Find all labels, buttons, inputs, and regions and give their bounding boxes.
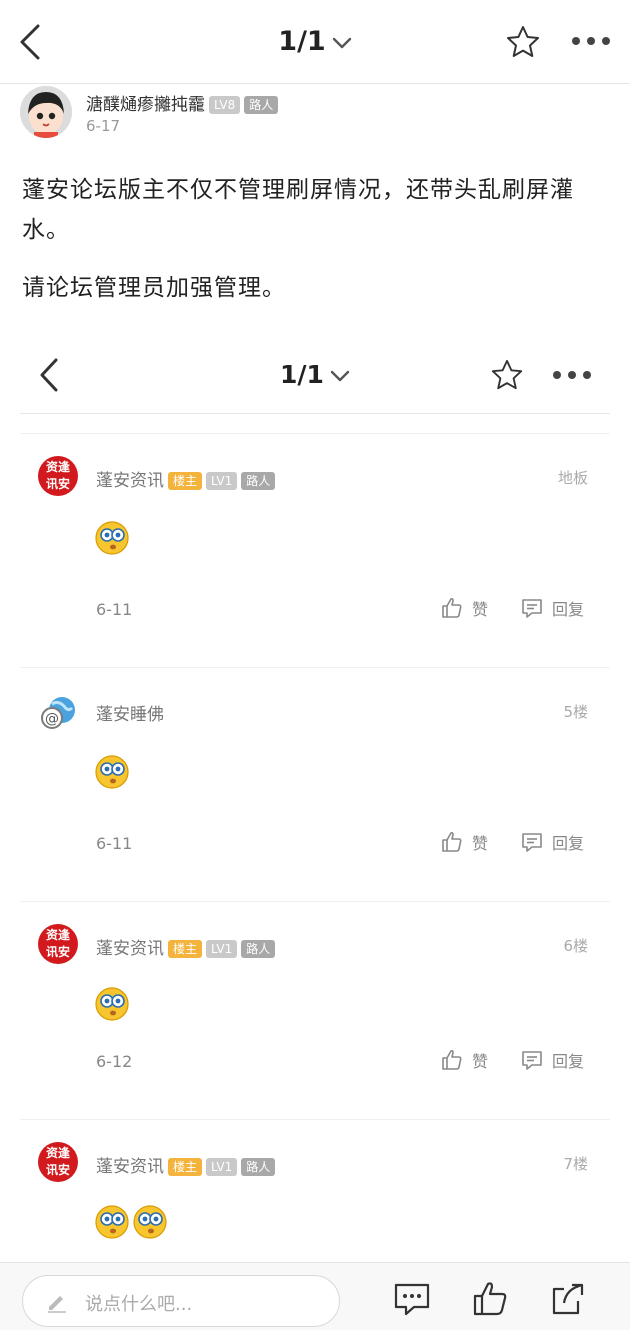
reply-action: 回复 — [520, 1048, 584, 1072]
dizzy-face-emoji-icon — [132, 1204, 168, 1240]
reply-action: 回复 — [520, 830, 584, 854]
like-action: 赞 — [440, 596, 488, 620]
news-logo-avatar: 资逢 讯安 — [38, 1142, 78, 1182]
comment-icon — [522, 833, 542, 852]
role-badge: 路人 — [241, 472, 276, 490]
page-indicator: 1/1 — [278, 26, 326, 57]
floor-label: 7楼 — [563, 1155, 588, 1173]
embedded-nav: 1/1 — [20, 336, 610, 414]
favorite-star-icon — [491, 359, 523, 390]
emoji-row — [94, 986, 132, 1022]
floor-label: 地板 — [557, 469, 588, 487]
logo-text: 讯安 — [45, 477, 70, 491]
favorite-star-icon[interactable] — [505, 24, 541, 60]
floor-label: 6楼 — [563, 937, 588, 955]
comment-icon — [522, 1051, 542, 1070]
globe-at-icon: @ — [41, 697, 75, 729]
author-name-line: 溏醭熥瘆攡扽靇 LV8 路人 — [86, 90, 279, 115]
reply-user: 蓬安睡佛 — [96, 705, 164, 725]
reply-user: 蓬安资讯 — [96, 939, 164, 959]
level-badge: LV1 — [206, 472, 238, 490]
reply-user: 蓬安资讯 — [96, 1157, 164, 1177]
reply-date: 6-11 — [96, 834, 133, 853]
owner-badge: 楼主 — [168, 940, 203, 958]
reply-label: 回复 — [552, 1052, 585, 1071]
chevron-down-icon — [330, 370, 350, 382]
role-badge: 路人 — [244, 96, 279, 114]
author-avatar[interactable] — [20, 86, 72, 138]
thumbs-up-icon — [442, 1049, 462, 1070]
reply-label: 回复 — [552, 600, 585, 619]
news-logo-avatar: 资逢 讯安 — [38, 456, 78, 496]
level-badge: LV1 — [206, 940, 238, 958]
reply-user-line: 蓬安资讯 楼主 LV1 路人 — [96, 934, 276, 959]
role-badge: 路人 — [241, 1158, 276, 1176]
like-action: 赞 — [440, 1048, 488, 1072]
level-badge: LV8 — [209, 96, 241, 114]
post-content: 蓬安论坛版主不仅不管理刷屏情况，还带头乱刷屏灌水。 请论坛管理员加强管理。 — [22, 170, 612, 326]
like-label: 赞 — [472, 600, 489, 619]
level-badge: LV1 — [206, 1158, 238, 1176]
bottom-bar: 说点什么吧... — [0, 1262, 630, 1330]
reply-label: 回复 — [552, 834, 585, 853]
thumbs-up-icon — [442, 597, 462, 618]
share-icon[interactable] — [548, 1279, 588, 1319]
owner-badge: 楼主 — [168, 472, 203, 490]
reply-floor: 资逢讯安 蓬安资讯 楼主 LV1 路人 地板 6-11 赞 回复 — [20, 433, 610, 667]
more-options-icon — [553, 371, 591, 379]
dizzy-face-emoji-icon — [94, 754, 130, 790]
dizzy-face-emoji-icon — [94, 520, 130, 556]
emoji-row — [94, 754, 132, 790]
comment-input[interactable]: 说点什么吧... — [22, 1275, 340, 1327]
reply-user-line: 蓬安资讯 楼主 LV1 路人 — [96, 1152, 276, 1177]
reply-floor: 资逢讯安 蓬安资讯 楼主 LV1 路人 6楼 6-12 赞 回复 — [20, 901, 610, 1119]
comment-count-icon[interactable] — [392, 1279, 432, 1319]
thumbs-up-icon — [442, 831, 462, 852]
post-paragraph: 请论坛管理员加强管理。 — [22, 275, 286, 301]
comment-icon — [522, 599, 542, 618]
like-label: 赞 — [472, 834, 489, 853]
svg-text:@: @ — [45, 711, 59, 727]
floor-label: 5楼 — [563, 703, 588, 721]
logo-text: 讯安 — [45, 945, 70, 959]
owner-badge: 楼主 — [168, 1158, 203, 1176]
logo-text: 资逢 — [45, 928, 70, 942]
reply-floor: @ 蓬安睡佛 5楼 6-11 赞 回复 — [20, 667, 610, 901]
thumbs-up-icon[interactable] — [470, 1279, 510, 1319]
like-label: 赞 — [472, 1052, 489, 1071]
reply-floor: 资逢讯安 蓬安资讯 楼主 LV1 路人 7楼 — [20, 1119, 610, 1261]
logo-text: 资逢 — [45, 1146, 70, 1160]
pencil-icon — [48, 1296, 66, 1313]
like-action: 赞 — [440, 830, 488, 854]
more-options-icon[interactable] — [570, 34, 612, 48]
logo-text: 资逢 — [45, 460, 70, 474]
dizzy-face-emoji-icon — [94, 986, 130, 1022]
reply-date: 6-11 — [96, 600, 133, 619]
logo-text: 讯安 — [45, 1163, 70, 1177]
news-logo-avatar: 资逢 讯安 — [38, 924, 78, 964]
embedded-page-text: 1/1 — [280, 360, 324, 389]
emoji-row — [94, 520, 132, 556]
role-badge: 路人 — [241, 940, 276, 958]
reply-user-line: 蓬安资讯 楼主 LV1 路人 — [96, 466, 276, 491]
reply-action: 回复 — [520, 596, 584, 620]
emoji-row — [94, 1204, 170, 1240]
author-name[interactable]: 溏醭熥瘆攡扽靇 — [86, 95, 205, 115]
reply-date: 6-12 — [96, 1052, 133, 1071]
reply-user: 蓬安资讯 — [96, 471, 164, 491]
post-paragraph: 蓬安论坛版主不仅不管理刷屏情况，还带头乱刷屏灌水。 — [22, 177, 574, 243]
post-date: 6-17 — [86, 117, 121, 135]
post-author: 溏醭熥瘆攡扽靇 LV8 路人 6-17 — [20, 86, 610, 142]
top-nav: 1/1 — [0, 0, 630, 84]
chevron-down-icon — [332, 37, 351, 48]
comment-placeholder: 说点什么吧... — [85, 1294, 193, 1315]
embedded-screenshot[interactable]: 1/1 资逢 讯安 蓬安资讯 楼主 LV1 路人 地板 6-11 赞 回复 @ 蓬安睡佛… — [20, 336, 610, 1261]
dizzy-face-emoji-icon — [94, 1204, 130, 1240]
